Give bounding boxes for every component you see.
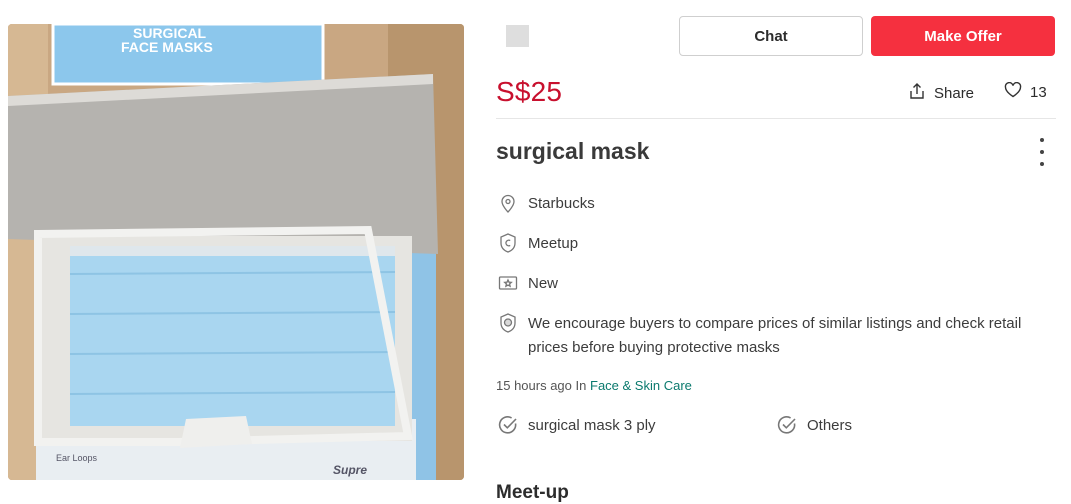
condition-ticket-icon: [497, 272, 519, 294]
location-row: Starbucks: [497, 192, 595, 216]
share-button[interactable]: Share: [908, 82, 974, 104]
box-text-line2: FACE MASKS: [121, 39, 213, 55]
notice-text: We encourage buyers to compare prices of…: [528, 315, 1022, 356]
condition-text: New: [528, 275, 559, 292]
make-offer-button[interactable]: Make Offer: [871, 16, 1055, 56]
listing-title: surgical mask: [496, 138, 650, 164]
product-photo[interactable]: SURGICAL FACE MASKS Ear Loops Supre: [8, 24, 464, 480]
notice-row: We encourage buyers to compare prices of…: [497, 312, 1058, 360]
listing-price: S$25: [496, 76, 563, 107]
like-button[interactable]: 13: [1004, 81, 1047, 102]
feature-tag: surgical mask 3 ply: [497, 414, 656, 436]
chat-button[interactable]: Chat: [679, 16, 863, 56]
posted-time: 15 hours ago: [496, 378, 572, 393]
divider: [496, 118, 1056, 119]
feature-tag: Others: [776, 414, 852, 436]
checkmark-circle-icon: [776, 414, 798, 436]
share-label: Share: [934, 84, 975, 102]
in-label: In: [575, 378, 587, 393]
more-vertical-icon: [1040, 138, 1044, 142]
info-shield-icon: [497, 312, 519, 334]
posted-meta: 15 hours ago In Face & Skin Care: [496, 378, 692, 393]
more-options-button[interactable]: [1032, 138, 1052, 166]
box-text-ear-loops: Ear Loops: [56, 453, 98, 463]
svg-text:Supre: Supre: [333, 463, 367, 477]
feature-tag-label: Others: [807, 416, 853, 434]
meetup-section-heading: Meet-up: [496, 482, 569, 503]
deal-method-text: Meetup: [528, 235, 579, 252]
location-pin-icon: [497, 192, 519, 214]
category-link[interactable]: Face & Skin Care: [590, 378, 692, 393]
meetup-shield-icon: [497, 232, 519, 254]
deal-method-row: Meetup: [497, 232, 578, 256]
feature-tag-label: surgical mask 3 ply: [528, 416, 656, 434]
share-icon: [908, 82, 926, 104]
heart-icon: [1004, 81, 1022, 102]
like-count: 13: [1030, 83, 1047, 101]
condition-row: New: [497, 272, 558, 296]
checkmark-circle-icon: [497, 414, 519, 436]
seller-avatar-placeholder[interactable]: [506, 25, 529, 47]
location-text: Starbucks: [528, 195, 595, 212]
